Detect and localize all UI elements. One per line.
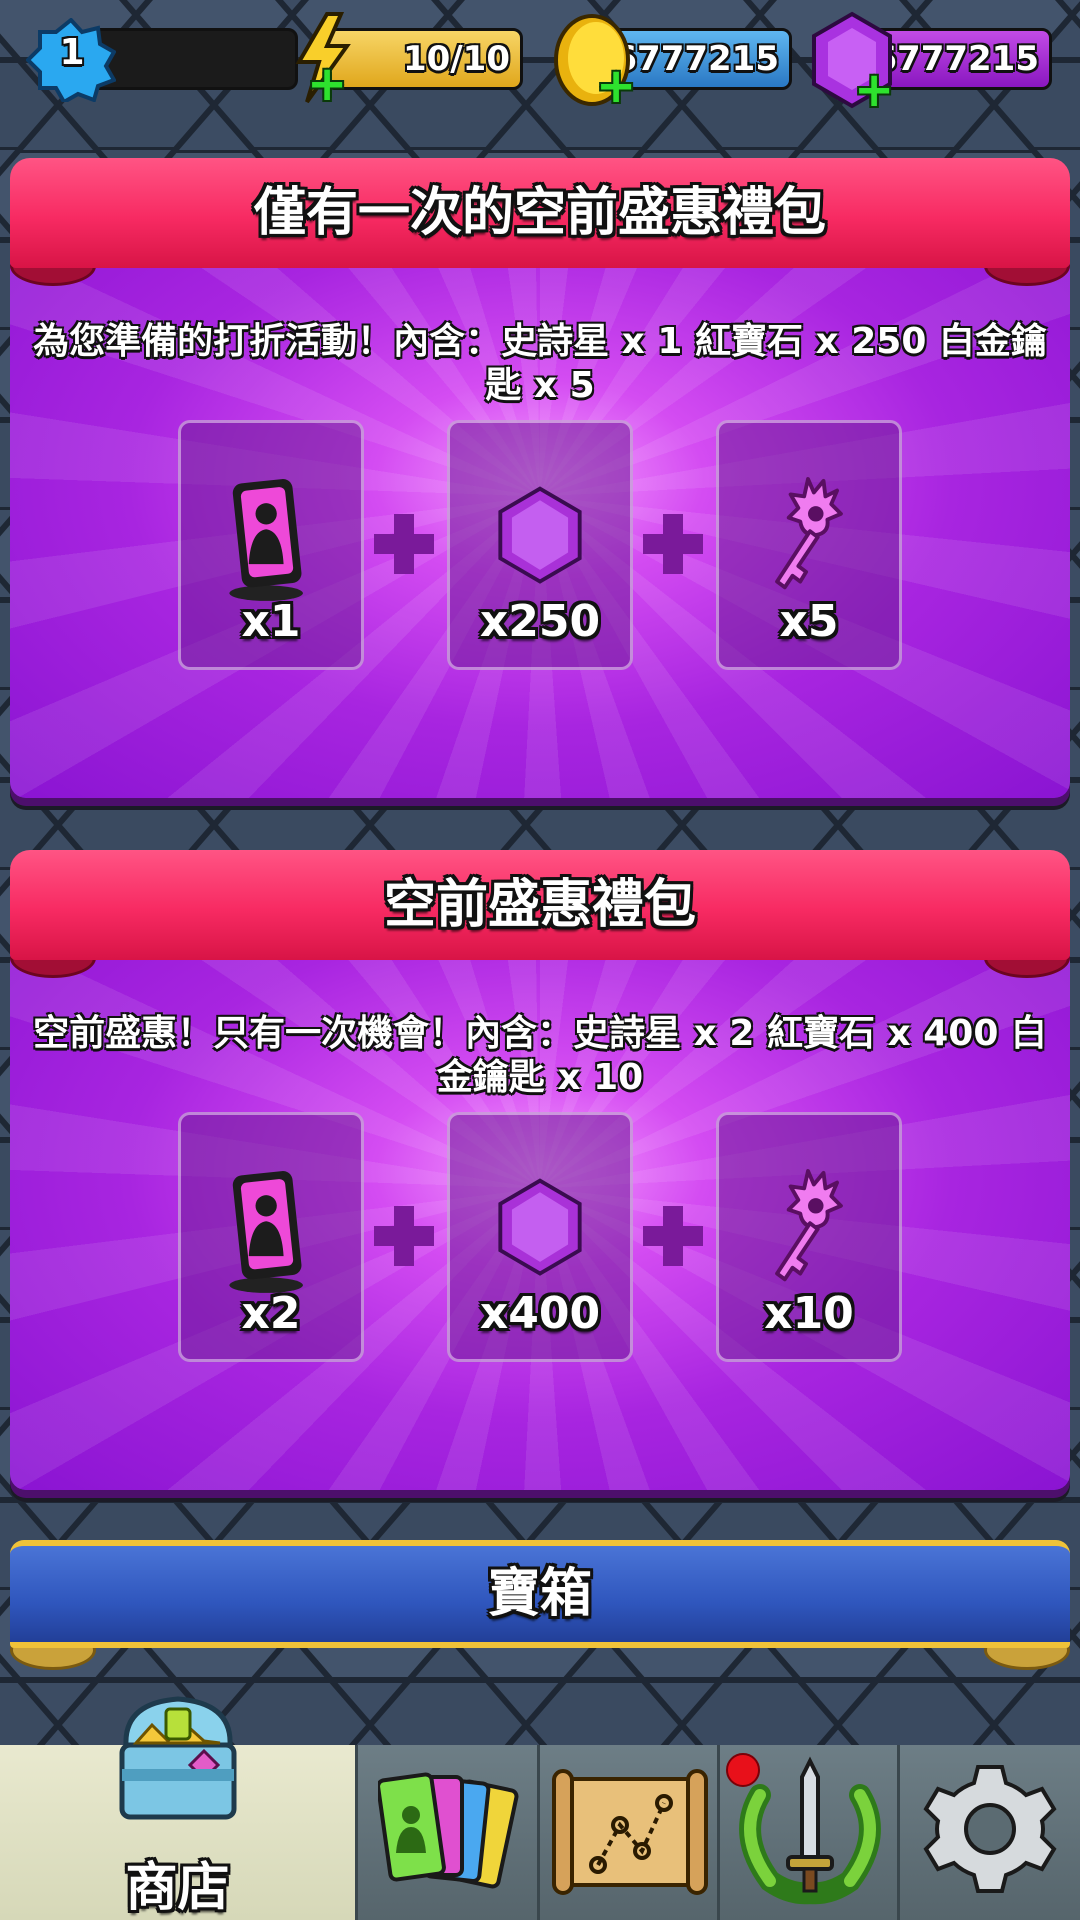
- platinum-key-icon: [775, 477, 843, 590]
- cards-icon: [378, 1772, 519, 1889]
- tab-cards[interactable]: [358, 1745, 540, 1920]
- offer-title-ribbon: 空前盛惠禮包: [10, 850, 1070, 978]
- tab-settings[interactable]: [900, 1745, 1080, 1920]
- energy-counter[interactable]: 10/10 +: [295, 12, 525, 108]
- energy-value: 10/10: [325, 28, 523, 90]
- add-energy-icon[interactable]: +: [307, 60, 347, 108]
- reward-qty: x1: [241, 596, 301, 647]
- level-number: 1: [59, 32, 85, 73]
- map-scroll-icon: [552, 1769, 708, 1895]
- plus-icon: [374, 514, 434, 574]
- reward-qty: x5: [779, 596, 839, 647]
- offer-panel-one-time[interactable]: 僅有一次的空前盛惠禮包 為您準備的打折活動！內含：史詩星 x 1 紅寶石 x 2…: [10, 158, 1070, 808]
- reward-card-gems: x400: [447, 1112, 633, 1362]
- reward-qty: x2: [241, 1288, 301, 1339]
- chest-section-title: 寶箱: [487, 1564, 592, 1624]
- gem-counter[interactable]: 16777215 +: [812, 11, 1052, 114]
- chest-section-ribbon: 寶箱: [10, 1540, 1070, 1670]
- epic-star-card-icon: [229, 479, 303, 601]
- tab-map[interactable]: [540, 1745, 720, 1920]
- tab-shop[interactable]: 商店: [0, 1696, 358, 1920]
- platinum-key-icon: [775, 1169, 843, 1282]
- bottom-nav: 商店: [0, 1696, 1080, 1920]
- treasure-chest-icon: [119, 1696, 237, 1820]
- plus-icon: [643, 1206, 703, 1266]
- reward-card-keys: x5: [716, 420, 902, 670]
- add-gold-icon[interactable]: +: [596, 62, 636, 110]
- notification-dot: [726, 1753, 760, 1787]
- level-indicator[interactable]: 1: [26, 18, 298, 102]
- plus-icon: [374, 1206, 434, 1266]
- plus-icon: [643, 514, 703, 574]
- gear-icon: [923, 1765, 1057, 1893]
- reward-qty: x10: [764, 1288, 854, 1339]
- gem-icon: [498, 1178, 582, 1276]
- offer-description: 空前盛惠！只有一次機會！內含：史詩星 x 2 紅寶石 x 400 白金鑰匙 x …: [33, 1013, 1047, 1098]
- reward-qty: x250: [479, 596, 601, 647]
- tab-label: 商店: [125, 1858, 230, 1918]
- reward-card-keys: x10: [716, 1112, 902, 1362]
- reward-card-epic-star: x2: [178, 1112, 364, 1362]
- gem-icon: [498, 486, 582, 584]
- resource-bar: 1 10/10 + 16777215 + 16777215 +: [0, 0, 1080, 120]
- reward-qty: x400: [479, 1288, 601, 1339]
- offer-title: 僅有一次的空前盛惠禮包: [253, 183, 826, 243]
- reward-card-epic-star: x1: [178, 420, 364, 670]
- epic-star-card-icon: [229, 1171, 303, 1293]
- xp-bar: [90, 28, 298, 90]
- offer-panel-mega[interactable]: 空前盛惠禮包 空前盛惠！只有一次機會！內含：史詩星 x 2 紅寶石 x 400 …: [10, 850, 1070, 1500]
- add-gems-icon[interactable]: +: [854, 66, 894, 114]
- offer-description: 為您準備的打折活動！內含：史詩星 x 1 紅寶石 x 250 白金鑰匙 x 5: [33, 321, 1047, 406]
- reward-card-gems: x250: [447, 420, 633, 670]
- offer-title: 空前盛惠禮包: [383, 875, 696, 935]
- tab-battle[interactable]: [720, 1745, 900, 1920]
- offer-title-ribbon: 僅有一次的空前盛惠禮包: [10, 158, 1070, 286]
- gold-counter[interactable]: 16777215 +: [554, 14, 796, 110]
